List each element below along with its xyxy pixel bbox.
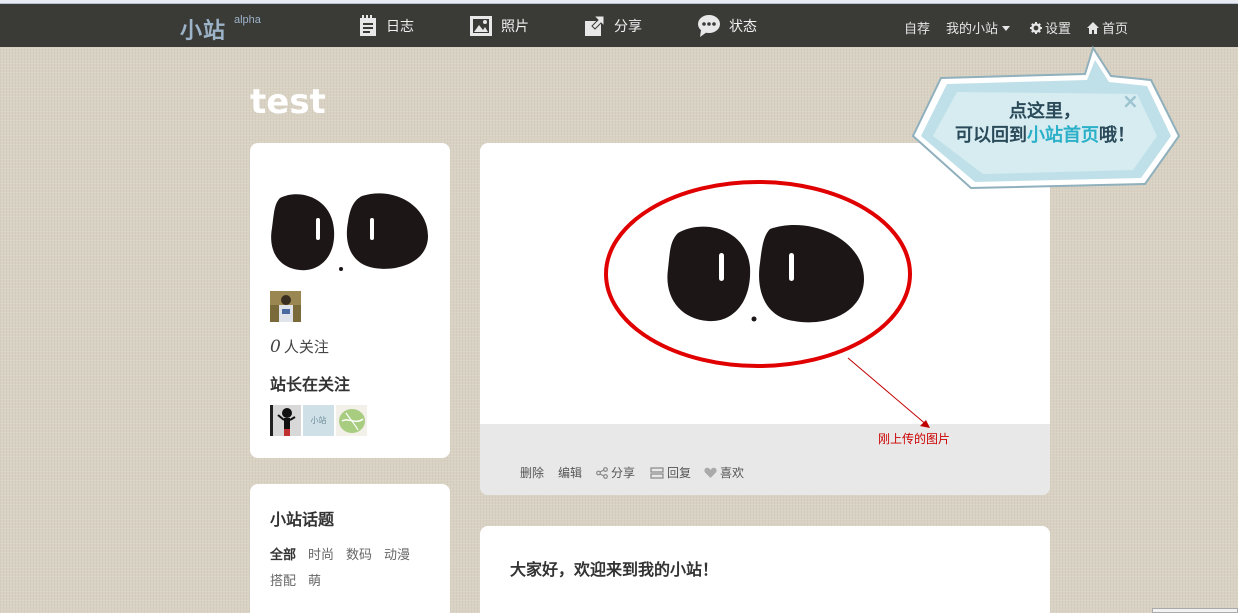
photo-icon xyxy=(470,16,492,36)
tag-anime[interactable]: 动漫 xyxy=(384,544,410,563)
site-avatar[interactable] xyxy=(270,192,430,274)
status-bar-fragment xyxy=(1152,608,1238,613)
tag-digital[interactable]: 数码 xyxy=(346,544,372,563)
home-tip-highlight: 小站首页 xyxy=(1027,125,1099,146)
like-button[interactable]: 喜欢 xyxy=(704,464,744,481)
like-button-label: 喜欢 xyxy=(720,466,745,480)
tag-cute[interactable]: 萌 xyxy=(308,570,321,589)
nav-diary-label: 日志 xyxy=(386,19,414,35)
home-icon xyxy=(1087,21,1099,34)
nav-share-label: 分享 xyxy=(614,19,642,35)
annotation-label: 刚上传的图片 xyxy=(878,432,951,446)
followed-site-thumb-1[interactable] xyxy=(270,405,301,436)
nav-diary[interactable]: 日志 xyxy=(358,14,414,38)
nav-photos[interactable]: 照片 xyxy=(469,14,529,38)
chat-bubble-icon xyxy=(698,15,720,37)
nav-status-label: 状态 xyxy=(729,19,757,35)
red-annotation-overlay xyxy=(604,180,930,428)
followed-site-thumb-2[interactable]: 小站 xyxy=(303,405,334,436)
gear-icon xyxy=(1030,21,1042,34)
settings-label: 设置 xyxy=(1045,22,1072,37)
reply-button-label: 回复 xyxy=(667,466,692,480)
tag-all[interactable]: 全部 xyxy=(270,544,296,563)
reply-button[interactable]: 回复 xyxy=(650,464,691,481)
recommend-link[interactable]: 自荐 xyxy=(904,18,930,37)
site-logo[interactable]: 小站 xyxy=(180,13,226,45)
share-icon xyxy=(585,15,605,36)
reply-icon xyxy=(650,466,664,479)
my-sites-label: 我的小站 xyxy=(946,22,999,37)
home-label: 首页 xyxy=(1102,22,1129,37)
my-sites-dropdown[interactable]: 我的小站 xyxy=(946,18,1014,37)
nav-status[interactable]: 状态 xyxy=(697,14,757,38)
heart-icon xyxy=(704,467,717,478)
top-nav-bar: 小站 alpha 日志 照片 分享 状态 自荐 我的小站 设置 首页 xyxy=(0,4,1238,47)
edit-button[interactable]: 编辑 xyxy=(558,464,582,481)
logo-alpha-tag: alpha xyxy=(234,14,261,26)
home-tip-line2-suffix: 哦！ xyxy=(1099,125,1135,146)
share-button-label: 分享 xyxy=(611,466,636,480)
caret-down-icon xyxy=(1002,25,1011,31)
nav-share[interactable]: 分享 xyxy=(584,14,642,38)
follower-label: 人关注 xyxy=(283,338,329,356)
welcome-post-card: 大家好，欢迎来到我的小站！ xyxy=(480,526,1050,613)
home-link[interactable]: 首页 xyxy=(1087,18,1128,37)
delete-button[interactable]: 删除 xyxy=(520,464,544,481)
tip-close-button[interactable]: × xyxy=(1122,89,1139,113)
welcome-text: 大家好，欢迎来到我的小站！ xyxy=(510,560,719,579)
nav-photos-label: 照片 xyxy=(501,19,529,35)
tag-outfit[interactable]: 搭配 xyxy=(270,570,296,589)
tag-fashion[interactable]: 时尚 xyxy=(308,544,334,563)
share-nodes-icon xyxy=(596,466,608,479)
followed-site-thumb-2-label: 小站 xyxy=(310,416,327,425)
followed-site-thumb-3[interactable] xyxy=(336,405,367,436)
topics-heading: 小站话题 xyxy=(270,510,335,529)
owner-avatar-thumb[interactable] xyxy=(270,291,301,322)
follower-number: 0 xyxy=(270,337,281,357)
follower-count: 0 人关注 xyxy=(270,336,329,357)
profile-card: 0 人关注 站长在关注 小站 xyxy=(250,143,450,458)
owner-following-heading: 站长在关注 xyxy=(270,375,351,394)
site-title: test xyxy=(250,82,326,122)
settings-link[interactable]: 设置 xyxy=(1030,18,1071,37)
home-tip-line2-prefix: 可以回到 xyxy=(955,125,1027,146)
home-tip-line2: 可以回到小站首页哦！ xyxy=(930,124,1160,148)
topics-card: 小站话题 全部 时尚 数码 动漫 搭配 萌 xyxy=(250,484,450,613)
share-button[interactable]: 分享 xyxy=(596,464,635,481)
notebook-icon xyxy=(360,15,376,36)
